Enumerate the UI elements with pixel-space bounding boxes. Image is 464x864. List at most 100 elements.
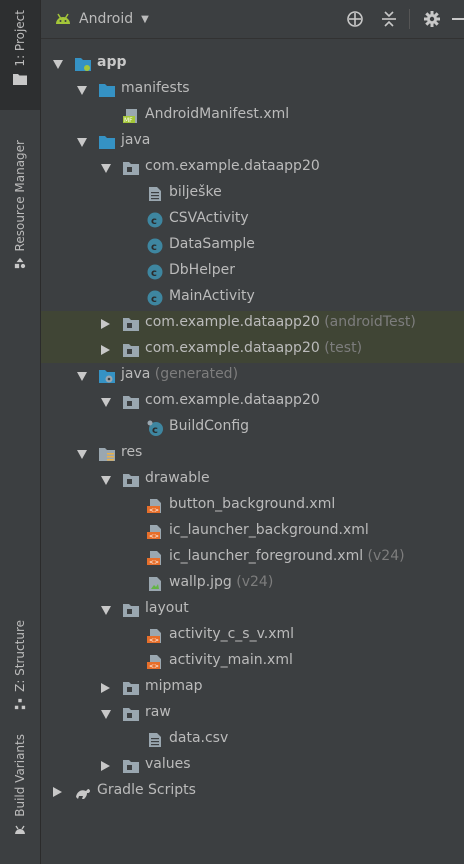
gear-icon [424, 11, 440, 27]
tree-item-label: com.example.dataapp20 [145, 158, 320, 174]
tree-item-suffix: (androidTest) [319, 314, 416, 330]
tree-item-label: values [145, 756, 191, 772]
tree-row[interactable]: c DataSample [41, 233, 464, 259]
tree-item-label: Gradle Scripts [97, 782, 196, 798]
android-icon [56, 13, 70, 24]
tree-row[interactable]: res [41, 441, 464, 467]
tree-row[interactable]: com.example.dataapp20 (androidTest) [41, 311, 464, 337]
expand-arrow-down-icon[interactable] [77, 372, 87, 381]
expand-arrow-down-icon[interactable] [77, 86, 87, 95]
tree-row[interactable]: drawable [41, 467, 464, 493]
expand-arrow-right-icon[interactable] [101, 345, 110, 355]
tree-item-name: data.csv [169, 730, 229, 746]
tree-row[interactable]: app [41, 51, 464, 77]
svg-text:MF: MF [124, 117, 133, 124]
expand-arrow-down-icon[interactable] [101, 710, 111, 719]
tree-item-name: activity_c_s_v.xml [169, 626, 295, 642]
tree-row[interactable]: com.example.dataapp20 [41, 389, 464, 415]
tree-item-label: bilješke [169, 184, 222, 200]
tree-item-name: com.example.dataapp20 [145, 392, 320, 408]
tree-item-label: mipmap [145, 678, 203, 694]
tree-row[interactable]: com.example.dataapp20 [41, 155, 464, 181]
tree-row[interactable]: Gradle Scripts [41, 779, 464, 805]
tree-item-name: BuildConfig [169, 418, 250, 434]
tab-structure[interactable]: Z: Structure [0, 620, 40, 720]
expand-arrow-right-icon[interactable] [101, 319, 110, 329]
expand-arrow-right-icon[interactable] [53, 787, 62, 797]
tree-item-label: MainActivity [169, 288, 255, 304]
collapse-all-button[interactable] [377, 7, 401, 31]
tree-item-name: CSVActivity [169, 210, 249, 226]
tree-item-name: mipmap [145, 678, 203, 694]
xml-file-icon: <> [147, 524, 163, 540]
class-icon: c [147, 290, 163, 306]
tree-item-name: java [121, 132, 151, 148]
tree-item-label: button_background.xml [169, 496, 335, 512]
tree-row[interactable]: <> activity_c_s_v.xml [41, 623, 464, 649]
tree-row[interactable]: data.csv [41, 727, 464, 753]
tree-item-label: DbHelper [169, 262, 235, 278]
expand-arrow-down-icon[interactable] [77, 450, 87, 459]
tree-item-name: AndroidManifest.xml [145, 106, 290, 122]
package-icon [123, 758, 139, 774]
tree-item-suffix: (v24) [363, 548, 405, 564]
expand-arrow-down-icon[interactable] [101, 606, 111, 615]
tree-row[interactable]: mipmap [41, 675, 464, 701]
image-file-icon [147, 576, 163, 592]
tree-row[interactable]: java (generated) [41, 363, 464, 389]
tree-row[interactable]: c DbHelper [41, 259, 464, 285]
locate-file-button[interactable] [343, 7, 367, 31]
res-folder-icon [99, 446, 115, 462]
folder-icon [99, 82, 115, 98]
svg-text:c: c [151, 216, 157, 227]
svg-text:c: c [151, 294, 157, 305]
hide-button[interactable] [452, 7, 464, 31]
minimize-icon [452, 18, 464, 20]
tree-item-name: app [97, 54, 127, 70]
generated-folder-icon [99, 368, 115, 384]
tree-row[interactable]: wallp.jpg (v24) [41, 571, 464, 597]
settings-button[interactable] [420, 7, 444, 31]
tree-row[interactable]: MF AndroidManifest.xml [41, 103, 464, 129]
expand-arrow-down-icon[interactable] [101, 398, 111, 407]
folder-icon [99, 134, 115, 150]
tree-item-name: values [145, 756, 191, 772]
tree-row[interactable]: manifests [41, 77, 464, 103]
tree-row[interactable]: c CSVActivity [41, 207, 464, 233]
package-icon [123, 680, 139, 696]
tree-row[interactable]: values [41, 753, 464, 779]
tree-item-label: data.csv [169, 730, 228, 746]
expand-arrow-down-icon[interactable] [101, 164, 111, 173]
tab-build-variants[interactable]: Build Variants [0, 734, 40, 864]
tree-row[interactable]: c BuildConfig [41, 415, 464, 441]
tree-item-name: Gradle Scripts [97, 782, 196, 798]
tree-row[interactable]: <> activity_main.xml [41, 649, 464, 675]
tree-item-name: drawable [145, 470, 210, 486]
expand-arrow-down-icon[interactable] [101, 476, 111, 485]
tab-resource-manager[interactable]: Resource Manager [0, 140, 40, 300]
package-icon [123, 602, 139, 618]
tree-row[interactable]: raw [41, 701, 464, 727]
tab-project[interactable]: 1: Project [0, 0, 40, 110]
tree-row[interactable]: <> ic_launcher_foreground.xml (v24) [41, 545, 464, 571]
tree-row[interactable]: bilješke [41, 181, 464, 207]
expand-arrow-right-icon[interactable] [101, 761, 110, 771]
tree-item-label: activity_main.xml [169, 652, 293, 668]
project-view-selector[interactable]: Android ▼ [55, 11, 149, 27]
svg-text:<>: <> [149, 663, 159, 670]
tree-row[interactable]: layout [41, 597, 464, 623]
expand-arrow-right-icon[interactable] [101, 683, 110, 693]
tree-row[interactable]: <> ic_launcher_background.xml [41, 519, 464, 545]
tree-item-label: app [97, 54, 127, 70]
tool-window-strip: 1: Project Resource Manager Z: Structure… [0, 0, 41, 864]
tree-row[interactable]: c MainActivity [41, 285, 464, 311]
tree-item-name: ic_launcher_foreground.xml [169, 548, 364, 564]
toolbar-actions [333, 0, 464, 38]
tree-row[interactable]: com.example.dataapp20 (test) [41, 337, 464, 363]
tree-item-suffix: (test) [319, 340, 363, 356]
expand-arrow-down-icon[interactable] [53, 60, 63, 69]
package-icon [123, 316, 139, 332]
tree-row[interactable]: <> button_background.xml [41, 493, 464, 519]
tree-row[interactable]: java [41, 129, 464, 155]
expand-arrow-down-icon[interactable] [77, 138, 87, 147]
